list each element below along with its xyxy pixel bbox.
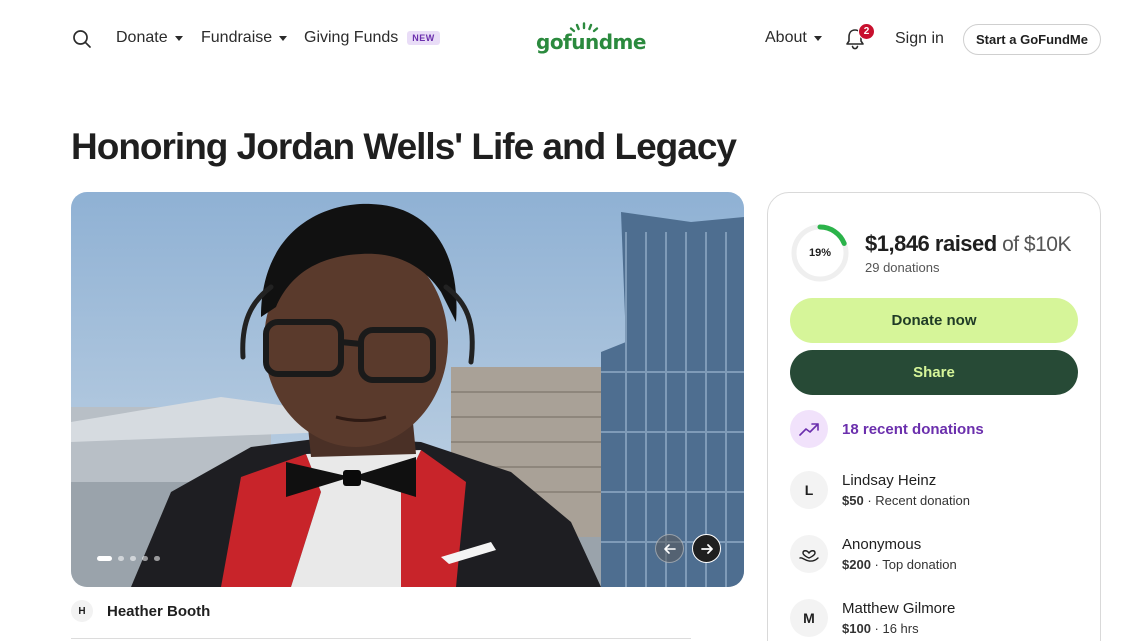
gofundme-logo[interactable]: gofundme bbox=[536, 22, 646, 56]
nav-about-label: About bbox=[765, 29, 807, 46]
donor-amount: $100 bbox=[842, 621, 871, 636]
start-gofundme-button[interactable]: Start a GoFundMe bbox=[963, 24, 1101, 55]
donor-avatar: M bbox=[790, 599, 828, 637]
donor-amount: $200 bbox=[842, 557, 871, 572]
organizer-row: H Heather Booth bbox=[71, 600, 210, 622]
carousel-dot[interactable] bbox=[142, 556, 148, 561]
recent-donations-label: 18 recent donations bbox=[842, 420, 984, 438]
donor-note: · Top donation bbox=[870, 557, 957, 572]
donations-count: 29 donations bbox=[865, 260, 940, 275]
organizer-name[interactable]: Heather Booth bbox=[107, 603, 210, 620]
caret-down-icon bbox=[174, 35, 183, 41]
divider bbox=[71, 638, 691, 639]
nav-fundraise-label: Fundraise bbox=[201, 29, 273, 46]
goal-amount: of $10K bbox=[996, 233, 1071, 256]
carousel-dot[interactable] bbox=[97, 556, 112, 561]
caret-down-icon bbox=[279, 35, 288, 41]
notification-count-badge: 2 bbox=[858, 23, 875, 40]
carousel-dot[interactable] bbox=[118, 556, 124, 561]
amount-raised: $1,846 raised of $10K bbox=[865, 231, 1071, 257]
arrow-right-icon bbox=[700, 543, 713, 554]
organizer-avatar: H bbox=[71, 600, 93, 622]
hero-carousel[interactable] bbox=[71, 192, 744, 587]
nav-donate[interactable]: Donate bbox=[116, 29, 183, 47]
donor-note: · 16 hrs bbox=[870, 621, 919, 636]
recent-donations-link[interactable]: 18 recent donations bbox=[790, 410, 984, 448]
trend-circle bbox=[790, 410, 828, 448]
search-button[interactable] bbox=[72, 29, 92, 49]
caret-down-icon bbox=[813, 35, 822, 41]
page-title: Honoring Jordan Wells' Life and Legacy bbox=[71, 126, 737, 167]
carousel-dot[interactable] bbox=[154, 556, 160, 561]
donor-meta: $100 · 16 hrs bbox=[842, 621, 955, 636]
carousel-dots bbox=[97, 556, 160, 561]
campaign-photo bbox=[71, 192, 744, 587]
notifications-button[interactable]: 2 bbox=[845, 23, 875, 52]
donor-info: Matthew Gilmore $100 · 16 hrs bbox=[842, 600, 955, 636]
nav-giving-funds-label: Giving Funds bbox=[304, 29, 399, 46]
nav-giving-funds[interactable]: Giving Funds NEW bbox=[304, 29, 440, 47]
nav-fundraise[interactable]: Fundraise bbox=[201, 29, 288, 47]
carousel-next-button[interactable] bbox=[692, 534, 721, 563]
nav-donate-label: Donate bbox=[116, 29, 168, 46]
hand-heart-icon bbox=[799, 550, 819, 562]
donor-name: Anonymous bbox=[842, 536, 922, 553]
donor-item: M Matthew Gilmore $100 · 16 hrs bbox=[790, 599, 955, 637]
raised-amount: $1,846 raised bbox=[865, 231, 997, 256]
new-badge: NEW bbox=[407, 31, 440, 45]
trending-up-icon bbox=[799, 423, 819, 436]
donor-avatar bbox=[790, 535, 828, 573]
search-icon bbox=[73, 30, 91, 48]
donor-amount: $50 bbox=[842, 493, 864, 508]
progress-percent: 19% bbox=[808, 247, 832, 259]
donor-info: Anonymous $200 · Top donation bbox=[842, 536, 957, 572]
donor-name: Lindsay Heinz bbox=[842, 472, 937, 489]
logo-wordmark: gofundme bbox=[536, 30, 646, 54]
donor-meta: $50 · Recent donation bbox=[842, 493, 970, 508]
donor-item: L Lindsay Heinz $50 · Recent donation bbox=[790, 471, 970, 509]
nav-about[interactable]: About bbox=[765, 29, 822, 47]
carousel-dot[interactable] bbox=[130, 556, 136, 561]
site-header: Donate Fundraise Giving Funds NEW gofund… bbox=[0, 0, 1140, 78]
donor-item: Anonymous $200 · Top donation bbox=[790, 535, 957, 573]
donate-now-button[interactable]: Donate now bbox=[790, 298, 1078, 343]
donor-info: Lindsay Heinz $50 · Recent donation bbox=[842, 472, 970, 508]
donor-name: Matthew Gilmore bbox=[842, 600, 956, 617]
carousel-prev-button[interactable] bbox=[655, 534, 684, 563]
share-button[interactable]: Share bbox=[790, 350, 1078, 395]
donation-card: 19% $1,846 raised of $10K 29 donations D… bbox=[767, 192, 1101, 641]
donor-avatar: L bbox=[790, 471, 828, 509]
donor-meta: $200 · Top donation bbox=[842, 557, 957, 572]
donor-note: · Recent donation bbox=[863, 493, 970, 508]
sign-in-link[interactable]: Sign in bbox=[895, 30, 944, 48]
arrow-left-icon bbox=[663, 543, 676, 554]
